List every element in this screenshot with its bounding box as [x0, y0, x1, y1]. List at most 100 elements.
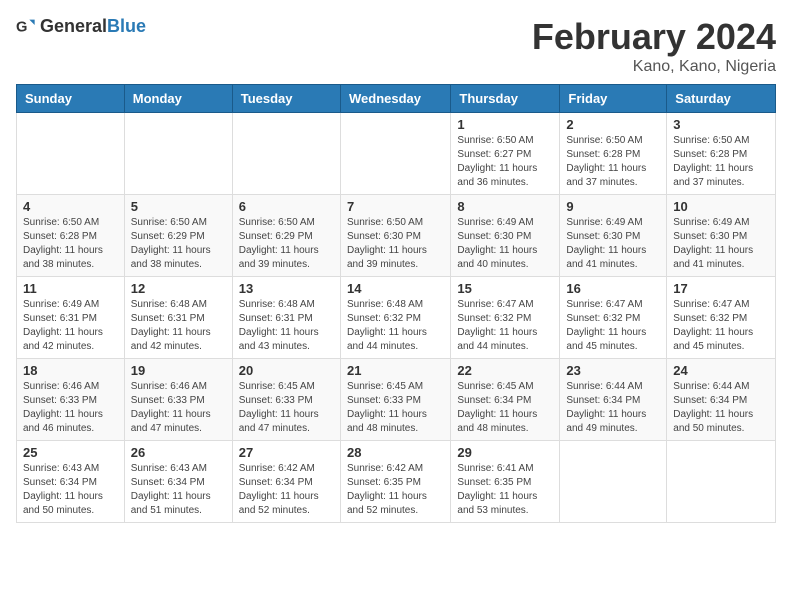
- calendar-cell: 12 Sunrise: 6:48 AM Sunset: 6:31 PM Dayli…: [124, 277, 232, 359]
- calendar-cell: 14Sunrise: 6:48 AM Sunset: 6:32 PM Dayli…: [340, 277, 450, 359]
- logo: G GeneralBlue: [16, 16, 146, 37]
- calendar-cell: 27 Sunrise: 6:42 AM Sunset: 6:34 PM Dayli…: [232, 441, 340, 523]
- day-info: Sunrise: 6:50 AM Sunset: 6:28 PM Dayligh…: [673, 134, 769, 190]
- day-number: 11: [23, 281, 118, 296]
- calendar-cell: 15 Sunrise: 6:47 AM Sunset: 6:32 PM Dayli…: [451, 277, 560, 359]
- column-header-monday: Monday: [124, 85, 232, 113]
- day-number: 18: [23, 363, 118, 378]
- calendar-cell: [17, 113, 125, 195]
- calendar-cell: [667, 441, 776, 523]
- day-info: Sunrise: 6:43 AM Sunset: 6:34 PM Dayligh…: [131, 462, 226, 518]
- day-info: Sunrise: 6:50 AM Sunset: 6:28 PM Dayligh…: [566, 134, 660, 190]
- calendar-cell: [340, 113, 450, 195]
- logo-blue-text: Blue: [107, 16, 146, 36]
- day-number: 9: [566, 199, 660, 214]
- calendar-cell: 10Sunrise: 6:49 AM Sunset: 6:30 PM Dayli…: [667, 195, 776, 277]
- day-number: 12: [131, 281, 226, 296]
- day-number: 20: [239, 363, 334, 378]
- day-info: Sunrise: 6:49 AM Sunset: 6:30 PM Dayligh…: [566, 216, 660, 272]
- month-year-title: February 2024: [532, 16, 776, 58]
- day-number: 7: [347, 199, 444, 214]
- day-number: 22: [457, 363, 553, 378]
- calendar-cell: 13 Sunrise: 6:48 AM Sunset: 6:31 PM Dayli…: [232, 277, 340, 359]
- calendar-cell: 28 Sunrise: 6:42 AM Sunset: 6:35 PM Dayli…: [340, 441, 450, 523]
- day-info: Sunrise: 6:48 AM Sunset: 6:31 PM Dayligh…: [131, 298, 226, 354]
- calendar-cell: 18Sunrise: 6:46 AM Sunset: 6:33 PM Dayli…: [17, 359, 125, 441]
- day-info: Sunrise: 6:46 AM Sunset: 6:33 PM Dayligh…: [131, 380, 226, 436]
- day-info: Sunrise: 6:43 AM Sunset: 6:34 PM Dayligh…: [23, 462, 118, 518]
- column-header-wednesday: Wednesday: [340, 85, 450, 113]
- day-info: Sunrise: 6:50 AM Sunset: 6:27 PM Dayligh…: [457, 134, 553, 190]
- column-header-sunday: Sunday: [17, 85, 125, 113]
- calendar-cell: 19 Sunrise: 6:46 AM Sunset: 6:33 PM Dayli…: [124, 359, 232, 441]
- day-info: Sunrise: 6:50 AM Sunset: 6:29 PM Dayligh…: [239, 216, 334, 272]
- calendar-week-row: 4 Sunrise: 6:50 AM Sunset: 6:28 PM Daylig…: [17, 195, 776, 277]
- calendar-cell: [232, 113, 340, 195]
- day-info: Sunrise: 6:42 AM Sunset: 6:35 PM Dayligh…: [347, 462, 444, 518]
- day-number: 15: [457, 281, 553, 296]
- column-header-saturday: Saturday: [667, 85, 776, 113]
- day-number: 14: [347, 281, 444, 296]
- day-info: Sunrise: 6:47 AM Sunset: 6:32 PM Dayligh…: [566, 298, 660, 354]
- day-number: 5: [131, 199, 226, 214]
- calendar-cell: 2 Sunrise: 6:50 AM Sunset: 6:28 PM Daylig…: [560, 113, 667, 195]
- day-info: Sunrise: 6:49 AM Sunset: 6:30 PM Dayligh…: [457, 216, 553, 272]
- day-info: Sunrise: 6:50 AM Sunset: 6:30 PM Dayligh…: [347, 216, 444, 272]
- title-section: February 2024 Kano, Kano, Nigeria: [532, 16, 776, 76]
- day-number: 21: [347, 363, 444, 378]
- svg-text:G: G: [16, 19, 27, 35]
- column-header-tuesday: Tuesday: [232, 85, 340, 113]
- calendar-cell: 22 Sunrise: 6:45 AM Sunset: 6:34 PM Dayli…: [451, 359, 560, 441]
- location-subtitle: Kano, Kano, Nigeria: [532, 58, 776, 76]
- logo-icon: G: [16, 17, 36, 37]
- calendar-cell: [124, 113, 232, 195]
- day-number: 23: [566, 363, 660, 378]
- day-number: 24: [673, 363, 769, 378]
- day-number: 1: [457, 117, 553, 132]
- day-number: 19: [131, 363, 226, 378]
- day-info: Sunrise: 6:50 AM Sunset: 6:28 PM Dayligh…: [23, 216, 118, 272]
- logo-general-text: General: [40, 16, 107, 36]
- day-info: Sunrise: 6:45 AM Sunset: 6:33 PM Dayligh…: [347, 380, 444, 436]
- calendar-header-row: SundayMondayTuesdayWednesdayThursdayFrid…: [17, 85, 776, 113]
- calendar-cell: 20 Sunrise: 6:45 AM Sunset: 6:33 PM Dayli…: [232, 359, 340, 441]
- calendar-cell: 6 Sunrise: 6:50 AM Sunset: 6:29 PM Daylig…: [232, 195, 340, 277]
- calendar-cell: 8Sunrise: 6:49 AM Sunset: 6:30 PM Daylig…: [451, 195, 560, 277]
- calendar-cell: 4 Sunrise: 6:50 AM Sunset: 6:28 PM Daylig…: [17, 195, 125, 277]
- day-info: Sunrise: 6:42 AM Sunset: 6:34 PM Dayligh…: [239, 462, 334, 518]
- day-number: 3: [673, 117, 769, 132]
- day-number: 10: [673, 199, 769, 214]
- day-info: Sunrise: 6:49 AM Sunset: 6:31 PM Dayligh…: [23, 298, 118, 354]
- calendar-table: SundayMondayTuesdayWednesdayThursdayFrid…: [16, 84, 776, 523]
- day-info: Sunrise: 6:45 AM Sunset: 6:33 PM Dayligh…: [239, 380, 334, 436]
- calendar-cell: 21 Sunrise: 6:45 AM Sunset: 6:33 PM Dayli…: [340, 359, 450, 441]
- calendar-cell: [560, 441, 667, 523]
- day-info: Sunrise: 6:41 AM Sunset: 6:35 PM Dayligh…: [457, 462, 553, 518]
- day-number: 28: [347, 445, 444, 460]
- calendar-cell: 24Sunrise: 6:44 AM Sunset: 6:34 PM Dayli…: [667, 359, 776, 441]
- calendar-cell: 29Sunrise: 6:41 AM Sunset: 6:35 PM Dayli…: [451, 441, 560, 523]
- calendar-cell: 17Sunrise: 6:47 AM Sunset: 6:32 PM Dayli…: [667, 277, 776, 359]
- day-number: 16: [566, 281, 660, 296]
- day-info: Sunrise: 6:44 AM Sunset: 6:34 PM Dayligh…: [566, 380, 660, 436]
- day-number: 13: [239, 281, 334, 296]
- calendar-cell: 16 Sunrise: 6:47 AM Sunset: 6:32 PM Dayli…: [560, 277, 667, 359]
- day-number: 17: [673, 281, 769, 296]
- day-info: Sunrise: 6:48 AM Sunset: 6:31 PM Dayligh…: [239, 298, 334, 354]
- day-number: 2: [566, 117, 660, 132]
- day-number: 27: [239, 445, 334, 460]
- day-info: Sunrise: 6:47 AM Sunset: 6:32 PM Dayligh…: [457, 298, 553, 354]
- calendar-week-row: 18 Sunrise: 6:46 AM Sunset: 6:33 PM Dayli…: [17, 359, 776, 441]
- calendar-week-row: 11 Sunrise: 6:49 AM Sunset: 6:31 PM Dayli…: [17, 277, 776, 359]
- calendar-cell: 7 Sunrise: 6:50 AM Sunset: 6:30 PM Daylig…: [340, 195, 450, 277]
- day-number: 4: [23, 199, 118, 214]
- calendar-week-row: 1 Sunrise: 6:50 AM Sunset: 6:27 PM Daylig…: [17, 113, 776, 195]
- column-header-friday: Friday: [560, 85, 667, 113]
- day-number: 25: [23, 445, 118, 460]
- header: G GeneralBlue February 2024 Kano, Kano, …: [16, 16, 776, 76]
- day-info: Sunrise: 6:45 AM Sunset: 6:34 PM Dayligh…: [457, 380, 553, 436]
- calendar-cell: 5Sunrise: 6:50 AM Sunset: 6:29 PM Daylig…: [124, 195, 232, 277]
- calendar-cell: 26 Sunrise: 6:43 AM Sunset: 6:34 PM Dayli…: [124, 441, 232, 523]
- day-number: 6: [239, 199, 334, 214]
- day-number: 26: [131, 445, 226, 460]
